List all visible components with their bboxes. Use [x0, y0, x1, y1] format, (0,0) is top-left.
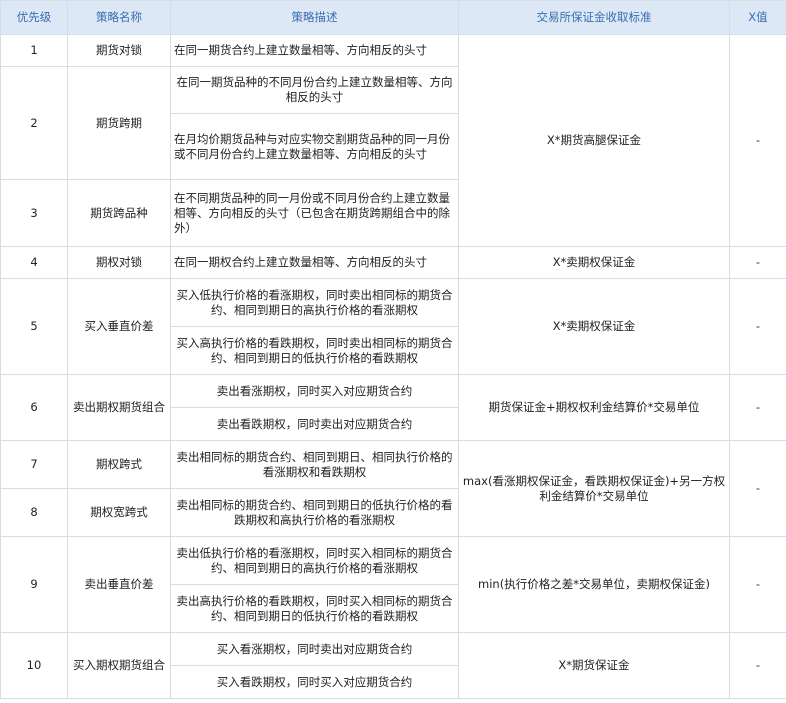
strategy-name-cell: 买入垂直价差	[67, 278, 171, 375]
x-value-cell: -	[729, 246, 786, 279]
table-row: 10 买入期权期货组合 买入看涨期权，同时卖出对应期货合约 X*期货保证金 -	[0, 632, 786, 699]
table-row: 6 卖出期权期货组合 卖出看涨期权，同时买入对应期货合约 期货保证金+期权权利金…	[0, 374, 786, 441]
strategy-description-cell: 在月均价期货品种与对应实物交割期货品种的同一月份或不同月份合约上建立数量相等、方…	[170, 113, 459, 180]
strategy-name-cell: 期货跨品种	[67, 179, 171, 247]
strategy-description-cell: 卖出高执行价格的看跌期权，同时买入相同标的期货合约、相同到期日的低执行价格的看跌…	[170, 584, 459, 633]
strategy-name-cell: 期权宽跨式	[67, 488, 171, 537]
strategy-description-cell: 卖出看跌期权，同时卖出对应期货合约	[170, 407, 459, 441]
priority-cell: 3	[0, 179, 68, 247]
strategy-description-cell: 在同一期货合约上建立数量相等、方向相反的头寸	[170, 34, 459, 67]
table-row: 9 卖出垂直价差 卖出低执行价格的看涨期权，同时买入相同标的期货合约、相同到期日…	[0, 536, 786, 633]
strategy-description-cell: 买入高执行价格的看跌期权，同时卖出相同标的期货合约、相同到期日的低执行价格的看跌…	[170, 326, 459, 375]
margin-standard-cell: max(看涨期权保证金，看跌期权保证金)+另一方权利金结算价*交易单位	[458, 440, 730, 537]
priority-cell: 2	[0, 66, 68, 180]
priority-cell: 10	[0, 632, 68, 699]
margin-standard-cell: X*期货高腿保证金	[458, 34, 730, 247]
strategy-description-cell: 买入低执行价格的看涨期权，同时卖出相同标的期货合约、相同到期日的高执行价格的看涨…	[170, 278, 459, 327]
x-value-cell: -	[729, 440, 786, 537]
x-value-cell: -	[729, 34, 786, 247]
priority-cell: 7	[0, 440, 68, 489]
header-margin-standard: 交易所保证金收取标准	[458, 0, 730, 35]
table-row: 4 期权对锁 在同一期权合约上建立数量相等、方向相反的头寸 X*卖期权保证金 -	[0, 246, 786, 279]
strategy-name-cell: 期权跨式	[67, 440, 171, 489]
priority-cell: 5	[0, 278, 68, 375]
strategy-name-cell: 期货跨期	[67, 66, 171, 180]
priority-cell: 6	[0, 374, 68, 441]
strategy-description-cell: 卖出相同标的期货合约、相同到期日的低执行价格的看跌期权和高执行价格的看涨期权	[170, 488, 459, 537]
margin-standard-cell: X*卖期权保证金	[458, 246, 730, 279]
strategy-name-cell: 卖出垂直价差	[67, 536, 171, 633]
table-row: 1 期货对锁 在同一期货合约上建立数量相等、方向相反的头寸 X*期货高腿保证金 …	[0, 34, 786, 247]
priority-cell: 8	[0, 488, 68, 537]
x-value-cell: -	[729, 536, 786, 633]
header-priority: 优先级	[0, 0, 68, 35]
header-strategy-name: 策略名称	[67, 0, 171, 35]
strategy-name-cell: 买入期权期货组合	[67, 632, 171, 699]
strategy-description-cell: 在不同期货品种的同一月份或不同月份合约上建立数量相等、方向相反的头寸（已包含在期…	[170, 179, 459, 247]
priority-cell: 1	[0, 34, 68, 67]
x-value-cell: -	[729, 374, 786, 441]
table-header-row: 优先级 策略名称 策略描述 交易所保证金收取标准 X值	[0, 0, 786, 35]
strategy-description-cell: 买入看跌期权，同时买入对应期货合约	[170, 665, 459, 699]
strategy-description-cell: 在同一期货品种的不同月份合约上建立数量相等、方向相反的头寸	[170, 66, 459, 114]
strategy-name-cell: 期权对锁	[67, 246, 171, 279]
margin-strategy-table: 优先级 策略名称 策略描述 交易所保证金收取标准 X值 1 期货对锁 在同一期货…	[0, 0, 786, 699]
margin-standard-cell: min(执行价格之差*交易单位，卖期权保证金)	[458, 536, 730, 633]
strategy-description-cell: 在同一期权合约上建立数量相等、方向相反的头寸	[170, 246, 459, 279]
strategy-description-cell: 卖出相同标的期货合约、相同到期日、相同执行价格的看涨期权和看跌期权	[170, 440, 459, 489]
header-strategy-description: 策略描述	[170, 0, 459, 35]
table-row: 5 买入垂直价差 买入低执行价格的看涨期权，同时卖出相同标的期货合约、相同到期日…	[0, 278, 786, 375]
x-value-cell: -	[729, 278, 786, 375]
strategy-description-cell: 卖出低执行价格的看涨期权，同时买入相同标的期货合约、相同到期日的高执行价格的看涨…	[170, 536, 459, 585]
x-value-cell: -	[729, 632, 786, 699]
table-row: 7 期权跨式 卖出相同标的期货合约、相同到期日、相同执行价格的看涨期权和看跌期权…	[0, 440, 786, 537]
strategy-description-cell: 卖出看涨期权，同时买入对应期货合约	[170, 374, 459, 408]
strategy-name-cell: 卖出期权期货组合	[67, 374, 171, 441]
strategy-description-cell: 买入看涨期权，同时卖出对应期货合约	[170, 632, 459, 666]
margin-standard-cell: X*期货保证金	[458, 632, 730, 699]
header-x-value: X值	[729, 0, 786, 35]
strategy-name-cell: 期货对锁	[67, 34, 171, 67]
priority-cell: 9	[0, 536, 68, 633]
margin-standard-cell: 期货保证金+期权权利金结算价*交易单位	[458, 374, 730, 441]
margin-standard-cell: X*卖期权保证金	[458, 278, 730, 375]
priority-cell: 4	[0, 246, 68, 279]
